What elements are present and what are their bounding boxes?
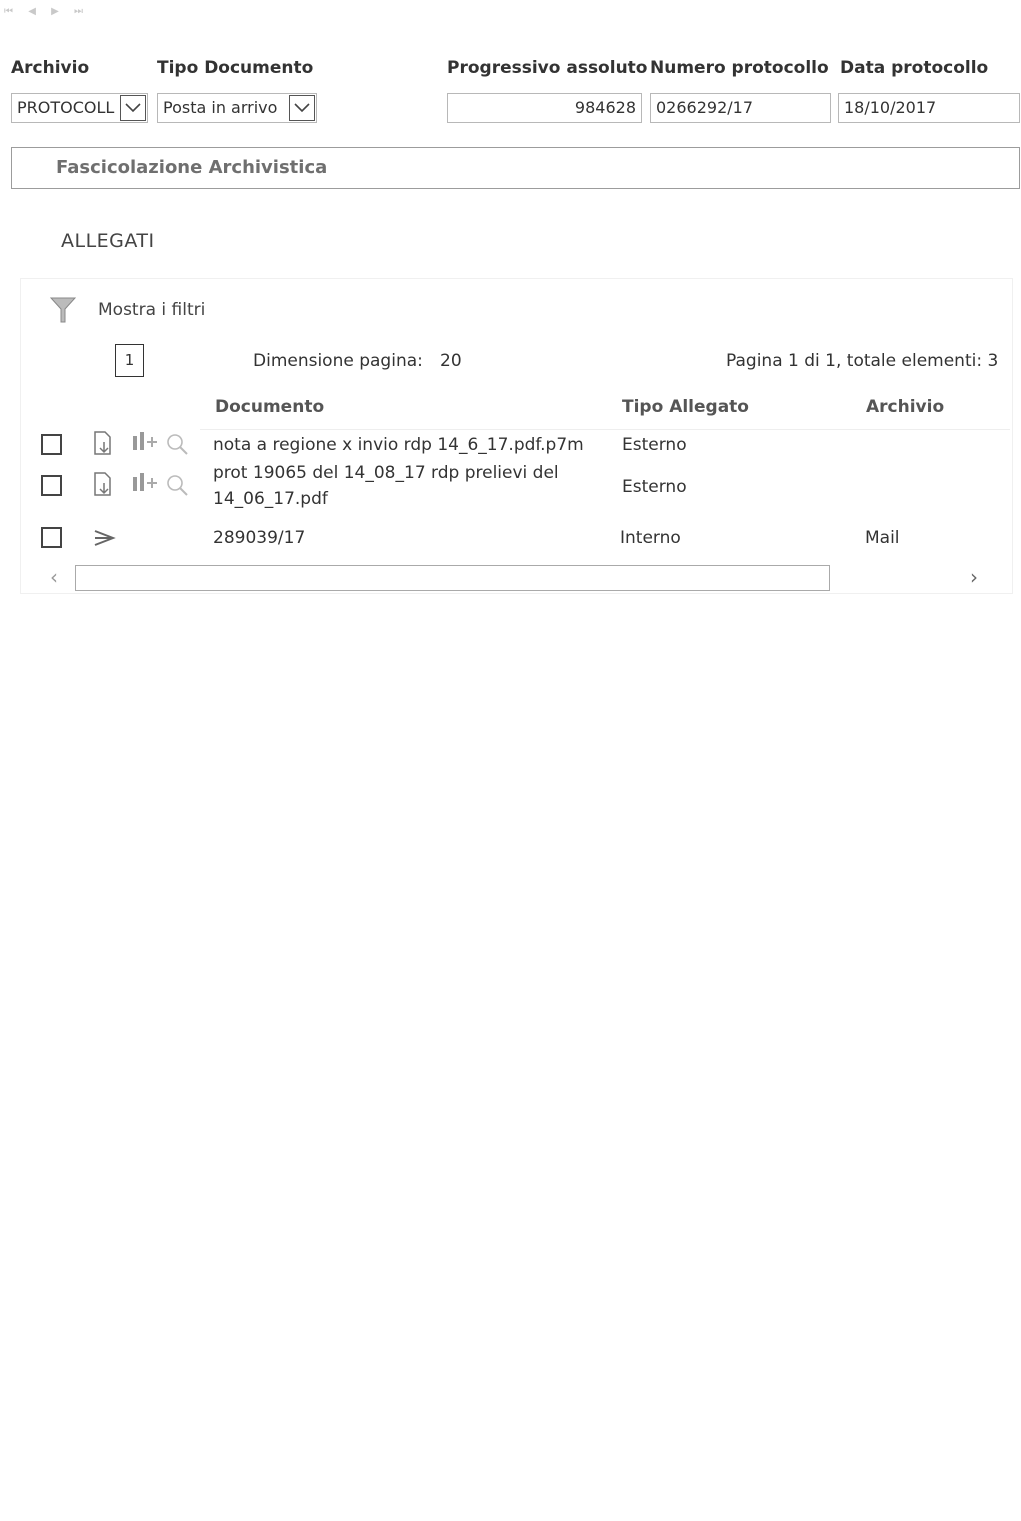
forward-icon[interactable] (92, 527, 118, 549)
download-document-icon[interactable] (92, 430, 116, 458)
record-pager: ⏮ ◀ ▶ ⏭ (4, 6, 94, 17)
row-tipo-allegato: Interno (620, 528, 681, 548)
allegati-title: ALLEGATI (61, 230, 155, 252)
page-size-label: Dimensione pagina: (253, 351, 423, 371)
numero-protocollo-field[interactable]: 0266292/17 (650, 93, 831, 123)
tipo-documento-select[interactable]: Posta in arrivo (157, 93, 317, 123)
preview-icon[interactable] (163, 430, 191, 458)
scroll-right-arrow[interactable]: › (970, 565, 978, 589)
download-document-icon[interactable] (92, 471, 116, 499)
fascicolazione-title: Fascicolazione Archivistica (56, 157, 328, 178)
header-divider (200, 429, 1010, 430)
tipo-documento-label: Tipo Documento (157, 58, 314, 78)
chevron-down-icon[interactable] (120, 95, 146, 121)
data-protocollo-field[interactable]: 18/10/2017 (838, 93, 1020, 123)
row-tipo-allegato: Esterno (622, 477, 687, 497)
progressivo-value: 984628 (574, 98, 636, 117)
scroll-left-arrow[interactable]: ‹ (50, 565, 58, 589)
row-documento[interactable]: 289039/17 (213, 528, 305, 548)
fascicolazione-panel-header[interactable]: Fascicolazione Archivistica (11, 147, 1020, 189)
row-checkbox[interactable] (41, 434, 62, 455)
data-protocollo-value: 18/10/2017 (844, 98, 937, 117)
row-documento-line-1[interactable]: prot 19065 del 14_08_17 rdp prelievi del (213, 463, 559, 483)
row-checkbox[interactable] (41, 527, 62, 548)
progressivo-field[interactable]: 984628 (447, 93, 642, 123)
archivio-value: PROTOCOLL (17, 98, 115, 117)
row-archivio: Mail (865, 528, 900, 548)
tipo-documento-value: Posta in arrivo (163, 98, 278, 117)
page-size-input[interactable]: 20 (440, 351, 462, 371)
horizontal-scrollbar-thumb[interactable] (75, 565, 830, 591)
row-documento-line-2[interactable]: 14_06_17.pdf (213, 489, 328, 509)
versions-icon[interactable] (130, 471, 158, 499)
column-header-documento[interactable]: Documento (215, 397, 324, 417)
first-record-button[interactable]: ⏮ (4, 6, 14, 17)
data-protocollo-label: Data protocollo (840, 58, 989, 78)
numero-protocollo-value: 0266292/17 (656, 98, 754, 117)
column-header-tipo-allegato[interactable]: Tipo Allegato (622, 397, 749, 417)
numero-protocollo-label: Numero protocollo (650, 58, 829, 78)
column-header-archivio[interactable]: Archivio (866, 397, 944, 417)
versions-icon[interactable] (130, 430, 158, 458)
previous-record-button[interactable]: ◀ (28, 6, 37, 17)
chevron-down-icon[interactable] (289, 95, 315, 121)
row-tipo-allegato: Esterno (622, 435, 687, 455)
progressivo-label: Progressivo assoluto (447, 58, 648, 78)
filter-icon[interactable] (50, 296, 76, 324)
row-documento[interactable]: nota a regione x invio rdp 14_6_17.pdf.p… (213, 435, 584, 455)
show-filters-link[interactable]: Mostra i filtri (98, 300, 205, 320)
archivio-label: Archivio (11, 58, 90, 78)
pagination-summary: Pagina 1 di 1, totale elementi: 3 (726, 351, 999, 371)
page-number-button[interactable]: 1 (115, 344, 144, 377)
archivio-select[interactable]: PROTOCOLL (11, 93, 148, 123)
preview-icon[interactable] (163, 471, 191, 499)
next-record-button[interactable]: ▶ (51, 6, 60, 17)
last-record-button[interactable]: ⏭ (74, 6, 84, 17)
row-checkbox[interactable] (41, 475, 62, 496)
